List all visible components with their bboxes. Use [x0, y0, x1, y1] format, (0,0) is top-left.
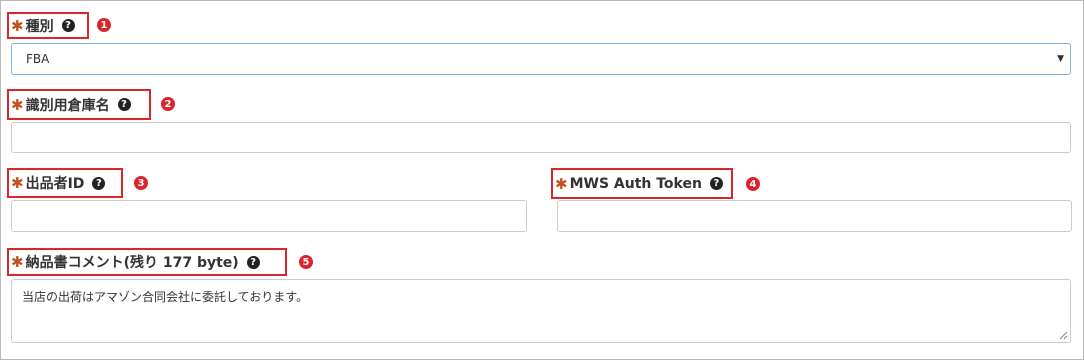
delivery-comment-textarea[interactable]: 当店の出荷はアマゾン合同会社に委託しております。: [11, 279, 1071, 343]
seller-id-label-text: 出品者ID: [25, 176, 85, 192]
warehouse-name-label: ✱ 識別用倉庫名 ?: [7, 89, 151, 120]
mws-token-label-text: MWS Auth Token: [569, 175, 702, 192]
seller-id-input[interactable]: [11, 200, 527, 232]
required-asterisk-icon: ✱: [11, 95, 24, 114]
question-circle-icon[interactable]: ?: [61, 19, 75, 32]
warehouse-name-label-text: 識別用倉庫名: [25, 97, 110, 114]
annotation-badge-1: 1: [97, 18, 111, 32]
question-circle-icon[interactable]: ?: [246, 255, 260, 269]
delivery-comment-text: 当店の出荷はアマゾン合同会社に委託しております。: [22, 290, 309, 304]
type-select-value: FBA: [26, 52, 50, 66]
delivery-comment-label: ✱ 納品書コメント(残り 177 byte) ?: [7, 248, 287, 276]
annotation-badge-2: 2: [161, 97, 175, 111]
question-circle-icon[interactable]: ?: [92, 176, 106, 190]
mws-token-input[interactable]: [557, 200, 1072, 232]
seller-id-label: ✱ 出品者ID ?: [7, 168, 123, 198]
type-label: ✱ 種別 ?: [7, 12, 89, 39]
required-asterisk-icon: ✱: [11, 174, 24, 192]
type-select[interactable]: FBA ▼: [11, 43, 1071, 75]
required-asterisk-icon: ✱: [11, 16, 24, 35]
resize-handle-icon[interactable]: [1059, 331, 1068, 340]
caret-down-icon: ▼: [1057, 54, 1064, 64]
annotation-badge-3: 3: [134, 176, 148, 190]
mws-token-label: ✱ MWS Auth Token ?: [551, 168, 733, 199]
question-circle-icon[interactable]: ?: [709, 177, 723, 190]
required-asterisk-icon: ✱: [555, 174, 568, 193]
required-asterisk-icon: ✱: [11, 253, 24, 271]
delivery-comment-label-text: 納品書コメント(残り 177 byte): [25, 255, 239, 271]
type-label-text: 種別: [25, 18, 54, 35]
annotation-badge-4: 4: [746, 177, 760, 191]
form-panel: ✱ 種別 ? 1 FBA ▼ ✱ 識別用倉庫名 ? 2 ✱ 出品者ID ? 3 …: [0, 0, 1084, 360]
annotation-badge-5: 5: [299, 255, 313, 269]
warehouse-name-input[interactable]: [11, 122, 1071, 153]
question-circle-icon[interactable]: ?: [117, 98, 131, 111]
